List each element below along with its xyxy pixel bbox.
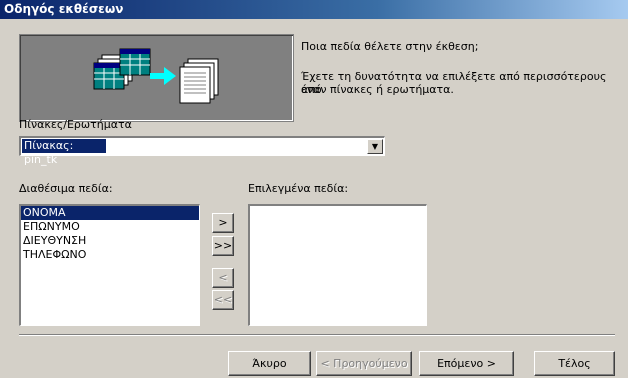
finish-button[interactable]: Τέλος bbox=[534, 351, 615, 376]
cancel-button[interactable]: Άκυρο bbox=[228, 351, 311, 376]
intro-question: Ποια πεδία θέλετε στην έκθεση; bbox=[301, 40, 479, 53]
list-item[interactable]: ΟΝΟΜΑ bbox=[21, 206, 199, 220]
list-item[interactable]: ΔΙΕΥΘΥΝΣΗ bbox=[21, 234, 199, 248]
list-item[interactable]: ΕΠΩΝΥΜΟ bbox=[21, 220, 199, 234]
selected-fields-label: Επιλεγμένα πεδία: bbox=[248, 182, 349, 195]
available-fields-label: Διαθέσιμα πεδία: bbox=[19, 182, 113, 195]
intro-hint-line2: έναν πίνακες ή ερωτήματα. bbox=[301, 83, 454, 96]
remove-one-button[interactable]: < bbox=[212, 268, 234, 288]
available-fields-list[interactable]: ΟΝΟΜΑ ΕΠΩΝΥΜΟ ΔΙΕΥΘΥΝΣΗ ΤΗΛΕΦΩΝΟ bbox=[19, 204, 200, 326]
window-title: Οδηγός εκθέσεων bbox=[4, 2, 124, 16]
add-one-button[interactable]: > bbox=[212, 213, 234, 233]
chevron-down-icon: ▼ bbox=[371, 142, 379, 151]
source-selected-value: Πίνακας: pin_tk bbox=[22, 139, 106, 166]
dropdown-button[interactable]: ▼ bbox=[367, 139, 383, 154]
table-to-report-icon bbox=[93, 48, 219, 104]
add-all-button[interactable]: >> bbox=[212, 236, 234, 256]
footer-separator bbox=[19, 334, 615, 336]
wizard-illustration bbox=[19, 34, 294, 122]
list-item[interactable]: ΤΗΛΕΦΩΝΟ bbox=[21, 248, 199, 262]
next-button[interactable]: Επόμενο > bbox=[419, 351, 514, 376]
source-label: Πίνακες/Ερωτήματα bbox=[19, 118, 132, 131]
selected-fields-list[interactable] bbox=[248, 204, 427, 326]
remove-all-button[interactable]: << bbox=[212, 290, 234, 310]
back-button[interactable]: < Προηγούμενο bbox=[316, 351, 412, 376]
title-bar: Οδηγός εκθέσεων bbox=[0, 0, 628, 19]
source-combobox[interactable]: Πίνακας: pin_tk ▼ bbox=[19, 136, 385, 166]
